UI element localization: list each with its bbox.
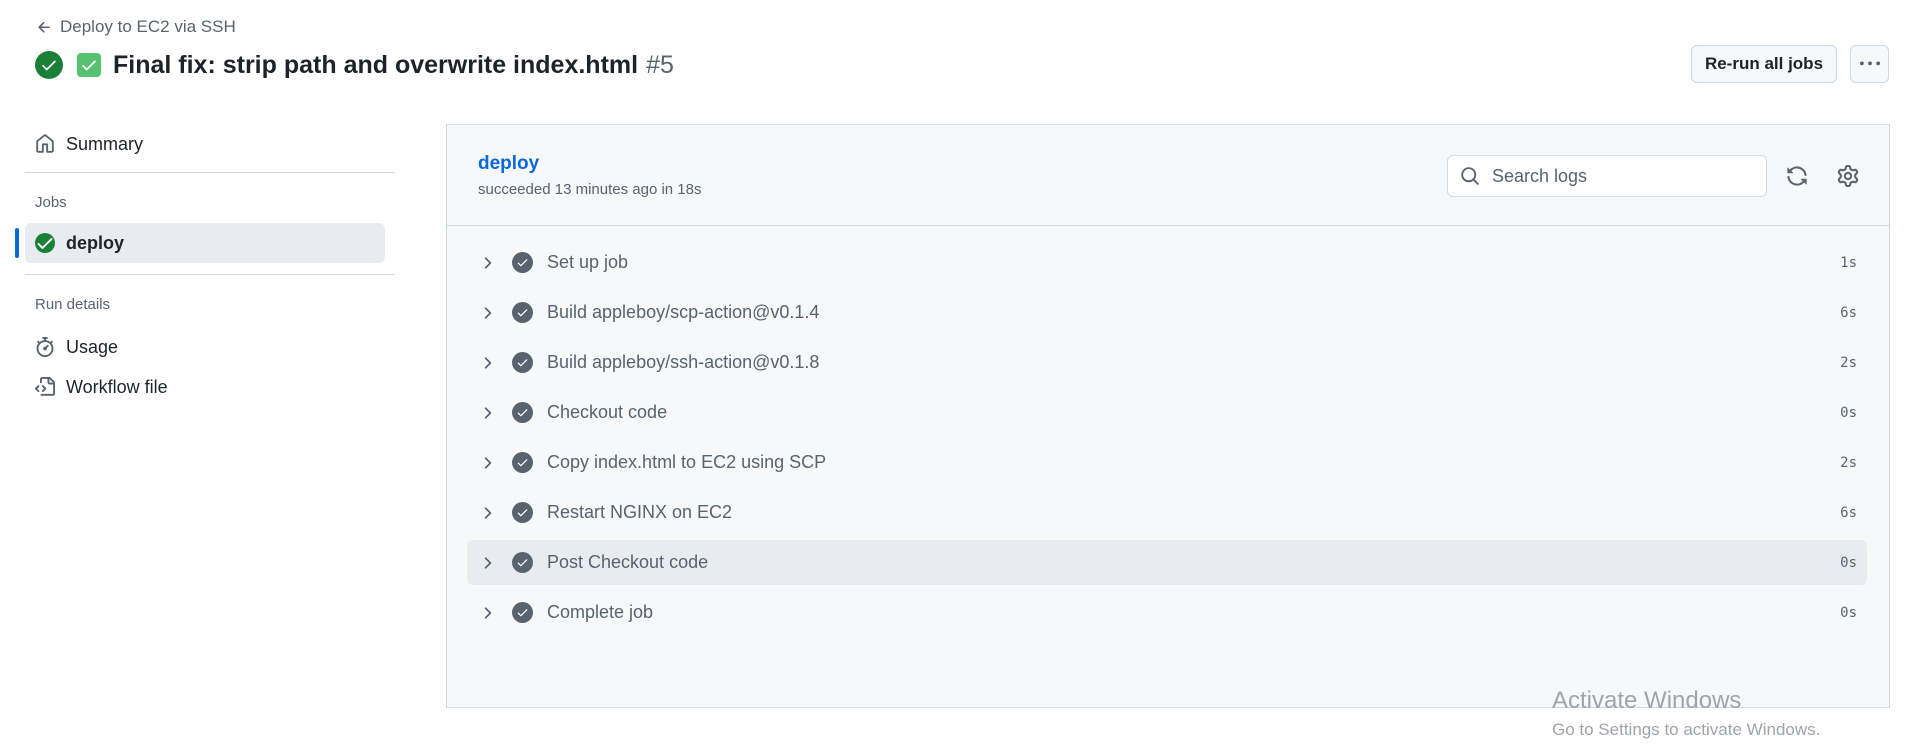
log-settings-button[interactable] <box>1835 163 1861 189</box>
step-name: Copy index.html to EC2 using SCP <box>547 452 827 472</box>
step-success-icon <box>512 252 533 273</box>
sidebar-divider <box>25 274 395 275</box>
step-name: Set up job <box>547 252 629 272</box>
success-check-icon <box>35 233 55 253</box>
step-row[interactable]: Set up job 1s <box>467 240 1867 285</box>
chevron-right-icon <box>478 304 496 322</box>
step-duration: 0s <box>1840 404 1857 421</box>
run-title-row: Final fix: strip path and overwrite inde… <box>35 48 674 82</box>
rerun-all-jobs-button[interactable]: Re-run all jobs <box>1691 45 1837 83</box>
gear-icon <box>1837 165 1859 187</box>
job-steps-list: Set up job 1s Build appleboy/scp-action@… <box>467 240 1867 640</box>
arrow-left-icon <box>36 19 53 36</box>
step-row[interactable]: Complete job 0s <box>467 590 1867 635</box>
chevron-right-icon <box>478 504 496 522</box>
step-duration: 2s <box>1840 354 1857 371</box>
kebab-horizontal-icon <box>1859 54 1880 74</box>
step-name: Build appleboy/ssh-action@v0.1.8 <box>547 352 820 372</box>
home-icon <box>35 134 55 154</box>
chevron-right-icon <box>478 604 496 622</box>
jobs-section-label: Jobs <box>35 194 67 211</box>
job-log-panel: deploy succeeded 13 minutes ago in 18s S… <box>446 124 1890 708</box>
file-code-icon <box>35 377 55 397</box>
job-header: deploy succeeded 13 minutes ago in 18s <box>447 125 1889 226</box>
step-name: Restart NGINX on EC2 <box>547 502 733 522</box>
step-duration: 0s <box>1840 604 1857 621</box>
step-name: Build appleboy/scp-action@v0.1.4 <box>547 302 820 322</box>
stopwatch-icon <box>35 337 55 357</box>
step-row[interactable]: Copy index.html to EC2 using SCP 2s <box>467 440 1867 485</box>
run-number: #5 <box>646 50 674 79</box>
job-status-meta: succeeded 13 minutes ago in 18s <box>478 181 702 198</box>
watermark-subtitle: Go to Settings to activate Windows. <box>1552 720 1821 739</box>
step-success-icon <box>512 402 533 423</box>
sync-icon <box>1786 165 1808 187</box>
step-duration: 2s <box>1840 454 1857 471</box>
step-duration: 0s <box>1840 554 1857 571</box>
step-name: Post Checkout code <box>547 552 709 572</box>
step-success-icon <box>512 502 533 523</box>
step-success-icon <box>512 452 533 473</box>
sidebar-item-usage[interactable]: Usage <box>25 327 385 367</box>
sidebar: Summary Jobs deploy Run details Usage Wo… <box>0 124 400 407</box>
step-duration: 6s <box>1840 304 1857 321</box>
step-duration: 6s <box>1840 504 1857 521</box>
step-success-icon <box>512 602 533 623</box>
search-icon <box>1460 166 1480 186</box>
search-logs-input[interactable] <box>1492 165 1752 187</box>
chevron-right-icon <box>478 254 496 272</box>
step-success-icon <box>512 552 533 573</box>
step-name: Checkout code <box>547 402 668 422</box>
step-row[interactable]: Build appleboy/scp-action@v0.1.4 6s <box>467 290 1867 335</box>
step-success-icon <box>512 352 533 373</box>
sidebar-item-label: Workflow file <box>66 376 168 397</box>
step-duration: 1s <box>1840 254 1857 271</box>
success-check-icon <box>35 51 63 79</box>
chevron-right-icon <box>478 454 496 472</box>
sidebar-item-label: deploy <box>66 232 125 253</box>
chevron-right-icon <box>478 404 496 422</box>
sidebar-item-job-deploy[interactable]: deploy <box>15 223 385 263</box>
sidebar-item-workflow-file[interactable]: Workflow file <box>25 367 385 407</box>
job-name-link[interactable]: deploy <box>478 153 539 175</box>
step-name: Complete job <box>547 602 654 622</box>
check-mark-emoji-icon <box>77 53 101 77</box>
back-to-workflow-link[interactable]: Deploy to EC2 via SSH <box>36 17 236 37</box>
run-details-section-label: Run details <box>35 296 111 313</box>
sidebar-divider <box>25 172 395 173</box>
search-logs-field[interactable] <box>1447 155 1767 197</box>
back-link-label: Deploy to EC2 via SSH <box>60 17 236 36</box>
workflow-run-page: Deploy to EC2 via SSH Final fix: strip p… <box>0 0 1913 755</box>
sidebar-item-label: Summary <box>66 133 144 154</box>
step-row[interactable]: Checkout code 0s <box>467 390 1867 435</box>
page-title: Final fix: strip path and overwrite inde… <box>113 50 639 79</box>
more-options-button[interactable] <box>1850 45 1889 83</box>
step-row[interactable]: Post Checkout code 0s <box>467 540 1867 585</box>
step-row[interactable]: Build appleboy/ssh-action@v0.1.8 2s <box>467 340 1867 385</box>
active-indicator <box>15 228 19 258</box>
step-row[interactable]: Restart NGINX on EC2 6s <box>467 490 1867 535</box>
chevron-right-icon <box>478 354 496 372</box>
chevron-right-icon <box>478 554 496 572</box>
sidebar-item-summary[interactable]: Summary <box>25 124 385 164</box>
sidebar-item-label: Usage <box>66 336 119 357</box>
step-success-icon <box>512 302 533 323</box>
refresh-button[interactable] <box>1784 163 1810 189</box>
